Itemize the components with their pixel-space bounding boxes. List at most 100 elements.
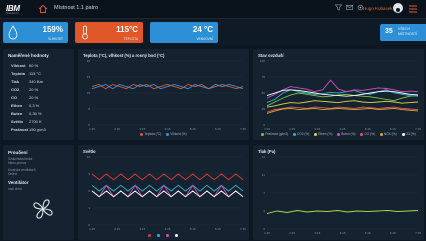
sensor-value: 2700 K: [29, 119, 42, 124]
kpi-ambient-label: VENKOVNÍ: [196, 37, 213, 41]
legend-label: Vlhkost (%): [170, 132, 187, 136]
x-tick-label: 7:15: [240, 227, 246, 231]
x-tick-label: 1:15: [264, 231, 270, 235]
sensor-key: CO2: [11, 87, 20, 92]
legend-item[interactable]: Prašnost (g/m3): [261, 132, 288, 136]
thermometer-icon: [82, 25, 88, 40]
filter-icon[interactable]: [335, 4, 342, 11]
legend-item[interactable]: [148, 233, 152, 237]
x-tick-label: 3:15: [139, 227, 145, 231]
legend-swatch: [148, 233, 152, 237]
kpi-temperature-value: 115°C: [116, 25, 138, 34]
user-name[interactable]: Hugo Kubasek: [363, 6, 393, 11]
legend-swatch: [165, 233, 169, 237]
pressure-chart: Tlak (Pa) 0 4 7 11 14 1:15 2:15 3:15 4:15 5:15 6:1…: [253, 145, 424, 240]
kpi-all-rooms[interactable]: 35 VŠECH MÍSTNOSTÍ: [380, 24, 426, 41]
legend-item[interactable]: CO (%): [360, 132, 375, 136]
legend-item[interactable]: O3 (%): [401, 132, 416, 136]
series-line[interactable]: [266, 92, 419, 107]
company-logo-sub: Solutions: [6, 11, 19, 15]
legend-swatch: [360, 132, 364, 136]
legend-item[interactable]: [165, 233, 170, 237]
sensor-value: 0,3 %: [29, 103, 40, 108]
series-line[interactable]: [91, 190, 244, 198]
x-tick-label: 3:15: [139, 127, 145, 131]
airflow-title: Prouδení: [8, 150, 28, 155]
sensor-key: Ethen: [11, 103, 23, 108]
legend-label: Prašnost (g/m3): [265, 132, 289, 136]
x-tick-label: 6:15: [215, 127, 221, 131]
legend-swatch: [166, 132, 170, 136]
sensor-key: Vlhkost: [11, 63, 26, 68]
legend-item[interactable]: Vlhkost (%): [166, 132, 187, 136]
sensor-value: 115 °C: [29, 71, 41, 76]
legend-swatch: [401, 132, 405, 136]
x-tick-label: 2:15: [289, 231, 295, 235]
sensor-value: 340 Bar: [29, 79, 44, 84]
kpi-temperature[interactable]: 115°C TEPLOTA: [75, 22, 143, 43]
y-tick-label: 3: [88, 206, 90, 210]
light-chart: Světlo 0 3 6 9 12 1:15 2:15 3:15 4:15 5:15 6:15 7:1…: [78, 145, 249, 240]
sensor-key: CO: [11, 95, 17, 100]
legend-item[interactable]: Ethen (%): [314, 132, 332, 136]
kpi-ambient[interactable]: 24 °C VENKOVNÍ: [150, 22, 218, 43]
x-tick-label: 7:15: [240, 127, 246, 131]
y-tick-label: 6: [88, 189, 90, 193]
y-tick-label: 50: [262, 91, 266, 95]
y-tick-label: 25: [262, 107, 266, 111]
sensor-row: Tlak 340 Bar: [11, 79, 43, 84]
x-tick-label: 2:15: [114, 227, 120, 231]
airflow-sub-state: Mimo provoz: [8, 161, 27, 165]
chart-legend: Prašnost (g/m3) CO2 (%) Ethen (%) Buten …: [253, 132, 424, 136]
sensor-row: Ethen 0,3 %: [11, 103, 39, 108]
legend-item[interactable]: NOX (%): [379, 132, 397, 136]
kpi-humidity[interactable]: 159% VLHKOST: [3, 22, 68, 43]
series-line[interactable]: [91, 173, 244, 181]
legend-label: Buten (%): [341, 132, 356, 136]
chart-plot: 081523301:15 2:15 3:15 4:15 5:15 6:15 7:15: [87, 59, 247, 131]
kpi-humidity-label: VLHKOST: [48, 37, 63, 41]
series-line[interactable]: [266, 100, 419, 108]
y-tick-label: 4: [263, 209, 265, 213]
airflow-status-panel: Prouδení Vzduchotechnika Mimo provoz Kon…: [3, 145, 74, 240]
legend-item[interactable]: Buten (%): [337, 132, 355, 136]
legend-swatch: [157, 233, 161, 237]
legend-label: CO2 (%): [296, 132, 310, 136]
series-line[interactable]: [266, 106, 419, 113]
sensor-values-title: Naměřené hodnoty: [8, 53, 49, 58]
page-title: Místnost 1.1 patro: [54, 5, 99, 11]
x-tick-label: 2:15: [289, 127, 295, 131]
x-tick-label: 5:15: [365, 127, 371, 131]
chart-plot: 02550751001:15 2:15 3:15 4:15 5:15 6:15 7:15: [260, 59, 421, 131]
sensor-key: Buten: [11, 111, 23, 116]
fan-title: Ventilátor: [8, 180, 29, 185]
legend-item[interactable]: Teplota (°C): [140, 132, 161, 136]
chart-plot: 04711141:15 2:15 3:15 4:15 5:15 6:15 7:15: [262, 155, 422, 235]
kpi-ambient-value: 24 °C: [192, 25, 213, 34]
y-tick-label: 100: [260, 59, 265, 63]
sensor-value: 150 g/m3: [29, 127, 46, 132]
legend-item[interactable]: [174, 233, 179, 237]
legend-label: Teplota (°C): [144, 132, 162, 136]
mail-icon[interactable]: [346, 4, 353, 11]
sensor-row: Světlo 2700 K: [11, 119, 42, 124]
legend-item[interactable]: [157, 233, 161, 237]
fan-icon: [33, 199, 53, 219]
user-icon: [394, 8, 402, 15]
x-tick-label: 4:15: [165, 227, 171, 231]
y-tick-label: 11: [262, 173, 265, 177]
menu-icon[interactable]: [408, 5, 418, 13]
x-tick-label: 4:15: [340, 127, 346, 131]
chart-legend: [78, 233, 249, 237]
legend-swatch: [292, 132, 296, 136]
sensor-value: 20 %: [29, 95, 39, 100]
y-tick-label: 30: [87, 59, 91, 63]
user-avatar[interactable]: [393, 3, 403, 15]
legend-label: CO (%): [364, 132, 375, 136]
x-tick-label: 1:15: [89, 227, 95, 231]
y-tick-label: 7: [263, 191, 265, 195]
x-tick-label: 5:15: [365, 231, 371, 235]
legend-swatch: [314, 132, 318, 136]
home-icon[interactable]: [38, 4, 48, 14]
legend-item[interactable]: CO2 (%): [292, 132, 310, 136]
